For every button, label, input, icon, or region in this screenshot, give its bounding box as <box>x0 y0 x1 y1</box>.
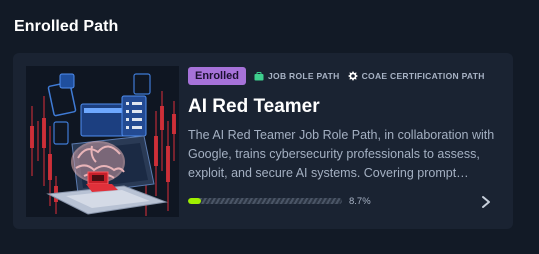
enrolled-path-card[interactable]: Enrolled JOB ROLE PATH COAE CERTIFICATIO… <box>13 53 513 229</box>
progress-bar <box>188 198 342 204</box>
progress-fill <box>188 198 202 204</box>
ai-brain-laptop-illustration <box>30 73 176 216</box>
chevron-right-icon[interactable] <box>480 195 492 209</box>
path-tags: Enrolled JOB ROLE PATH COAE CERTIFICATIO… <box>188 67 485 85</box>
section-title: Enrolled Path <box>14 18 119 35</box>
path-description: The AI Red Teamer Job Role Path, in coll… <box>188 128 495 180</box>
job-role-path-label: JOB ROLE PATH <box>268 71 340 81</box>
enrolled-badge: Enrolled <box>188 67 247 85</box>
briefcase-icon <box>254 71 264 80</box>
progress-percent: 8.7% <box>349 196 371 207</box>
path-title[interactable]: AI Red Teamer <box>188 96 320 118</box>
gear-badge-icon <box>347 71 358 81</box>
job-role-path-tag: JOB ROLE PATH <box>254 71 340 81</box>
path-thumbnail <box>26 66 179 217</box>
certification-path-tag: COAE CERTIFICATION PATH <box>347 71 485 81</box>
certification-path-label: COAE CERTIFICATION PATH <box>361 71 485 81</box>
